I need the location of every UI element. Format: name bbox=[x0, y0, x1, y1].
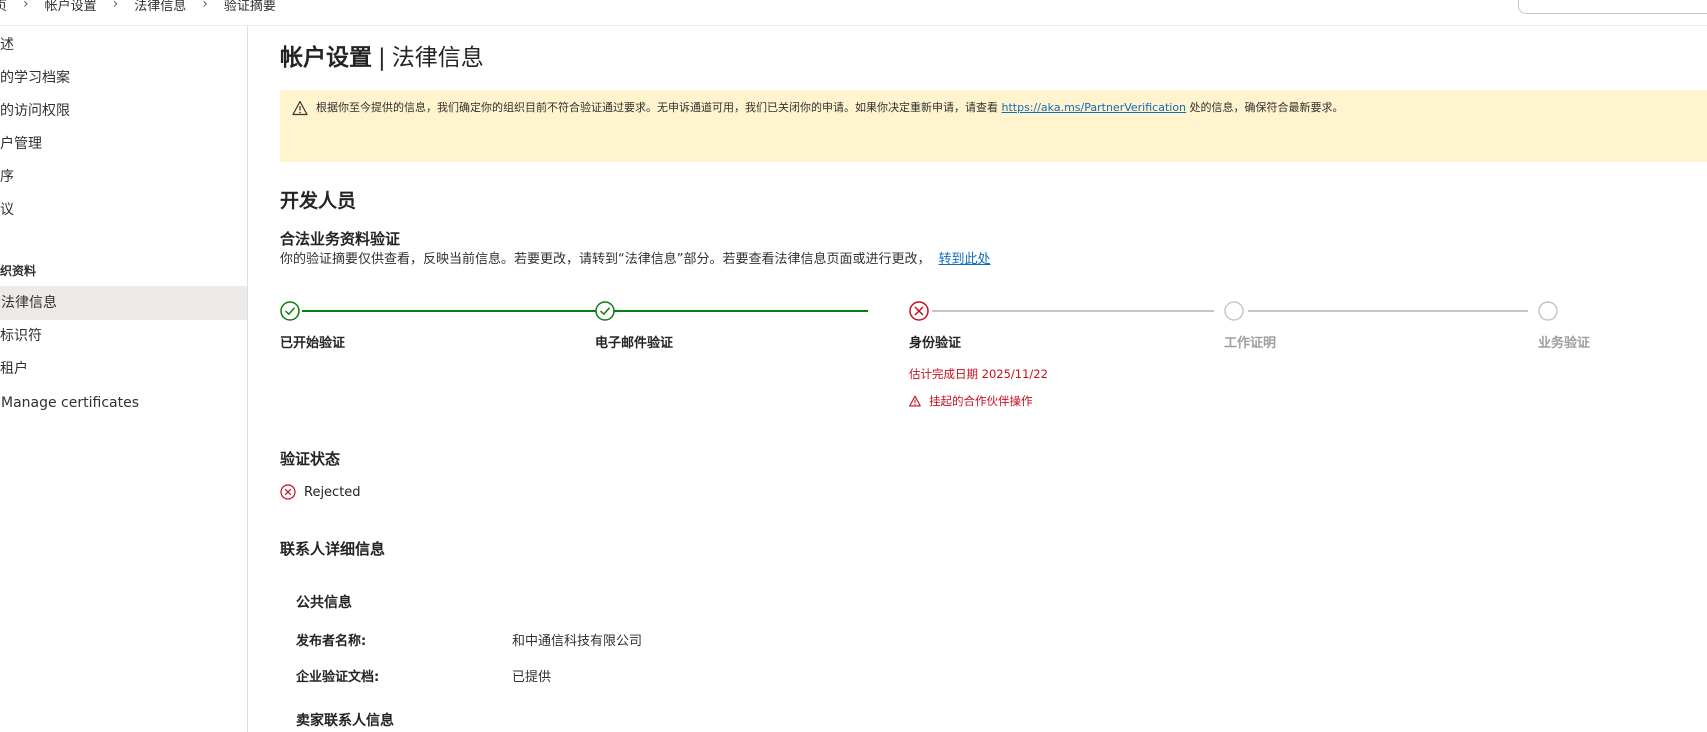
estimated-completion-date: 估计完成日期 2025/11/22 bbox=[909, 367, 1048, 381]
page-title: 帐户设置 | 法律信息 bbox=[280, 45, 484, 71]
search-box[interactable] bbox=[1518, 0, 1707, 14]
sidebar-item-identifiers[interactable]: 标识符 bbox=[0, 319, 247, 353]
seller-contact-heading: 卖家联系人信息 bbox=[296, 713, 394, 729]
verification-heading: 合法业务资料验证 bbox=[280, 230, 401, 248]
warning-message: 根据你至今提供的信息，我们确定你的组织目前不符合验证通过要求。无申诉通道可用，我… bbox=[316, 101, 1344, 114]
publisher-name-value: 和中通信科技有限公司 bbox=[512, 634, 643, 649]
sidebar-item-overview[interactable]: 述 bbox=[0, 28, 247, 62]
chevron-right-icon: › bbox=[112, 0, 119, 12]
verification-description: 你的验证摘要仅供查看，反映当前信息。若要更改，请转到“法律信息”部分。若要查看法… bbox=[280, 252, 991, 267]
step-1-label: 已开始验证 bbox=[280, 336, 346, 351]
sidebar-item-user-management[interactable]: 户管理 bbox=[0, 127, 247, 161]
public-info-heading: 公共信息 bbox=[296, 595, 352, 611]
verification-status-heading: 验证状态 bbox=[280, 450, 341, 468]
sidebar-item-agreements[interactable]: 议 bbox=[0, 193, 247, 227]
developer-heading: 开发人员 bbox=[280, 190, 357, 212]
pending-partner-action: 挂起的合作伙伴操作 bbox=[909, 393, 1033, 409]
sidebar-item-legal-info[interactable]: 法律信息 bbox=[0, 286, 247, 320]
business-docs-value: 已提供 bbox=[512, 670, 552, 685]
page: 页 › 帐户设置 › 法律信息 › 验证摘要 述 的学习档案 的访问权限 户管理… bbox=[0, 0, 1707, 732]
step-4-label: 工作证明 bbox=[1224, 336, 1277, 351]
breadcrumb: 页 › 帐户设置 › 法律信息 › 验证摘要 bbox=[0, 0, 276, 16]
contact-details-heading: 联系人详细信息 bbox=[280, 540, 386, 558]
sidebar: 述 的学习档案 的访问权限 户管理 序 议 织资料 法律信息 标识符 租户 Ma… bbox=[0, 26, 248, 732]
warning-banner: 根据你至今提供的信息，我们确定你的组织目前不符合验证通过要求。无申诉通道可用，我… bbox=[280, 90, 1707, 162]
sidebar-section-org-profile: 织资料 bbox=[0, 264, 37, 278]
step-5-label: 业务验证 bbox=[1538, 336, 1591, 351]
chevron-right-icon: › bbox=[202, 0, 208, 12]
sidebar-item-manage-certificates[interactable]: Manage certificates bbox=[0, 386, 247, 420]
breadcrumb-item-legal-info[interactable]: 法律信息 bbox=[134, 0, 186, 14]
chevron-right-icon: › bbox=[23, 0, 29, 12]
breadcrumb-item-account-settings[interactable]: 帐户设置 bbox=[45, 0, 97, 14]
publisher-name-label: 发布者名称: bbox=[296, 634, 367, 649]
breadcrumb-item-verification-summary: 验证摘要 bbox=[223, 0, 276, 14]
verification-stepper: 已开始验证 电子邮件验证 身份验证 工作证明 业务验证 估计完成日期 2025/… bbox=[280, 300, 1707, 440]
warning-icon bbox=[909, 395, 921, 407]
goto-legal-info-link[interactable]: 转到此处 bbox=[938, 252, 990, 267]
partner-verification-link[interactable]: https://aka.ms/PartnerVerification bbox=[1002, 101, 1187, 114]
step-3-label: 身份验证 bbox=[909, 336, 962, 351]
error-circle-icon bbox=[280, 484, 296, 500]
breadcrumb-item-home[interactable]: 页 bbox=[0, 0, 7, 14]
sidebar-item-tenants[interactable]: 租户 bbox=[0, 352, 247, 386]
status-value: Rejected bbox=[304, 484, 361, 500]
step-5-pending-icon bbox=[1538, 301, 1558, 321]
sidebar-item-programs[interactable]: 序 bbox=[0, 160, 247, 194]
business-docs-label: 企业验证文档: bbox=[296, 670, 380, 685]
sidebar-item-learning-profile[interactable]: 的学习档案 bbox=[0, 61, 247, 95]
step-4-pending-icon bbox=[1224, 301, 1244, 321]
step-3-error-icon bbox=[909, 301, 929, 321]
verification-status: Rejected bbox=[280, 484, 361, 500]
stepper-track bbox=[280, 301, 1558, 321]
main-content: 帐户设置 | 法律信息 根据你至今提供的信息，我们确定你的组织目前不符合验证通过要求… bbox=[280, 26, 1707, 732]
step-2-success-icon bbox=[595, 301, 615, 321]
warning-icon bbox=[292, 100, 308, 116]
step-2-label: 电子邮件验证 bbox=[595, 336, 674, 351]
sidebar-item-access[interactable]: 的访问权限 bbox=[0, 94, 247, 128]
step-1-success-icon bbox=[280, 301, 300, 321]
